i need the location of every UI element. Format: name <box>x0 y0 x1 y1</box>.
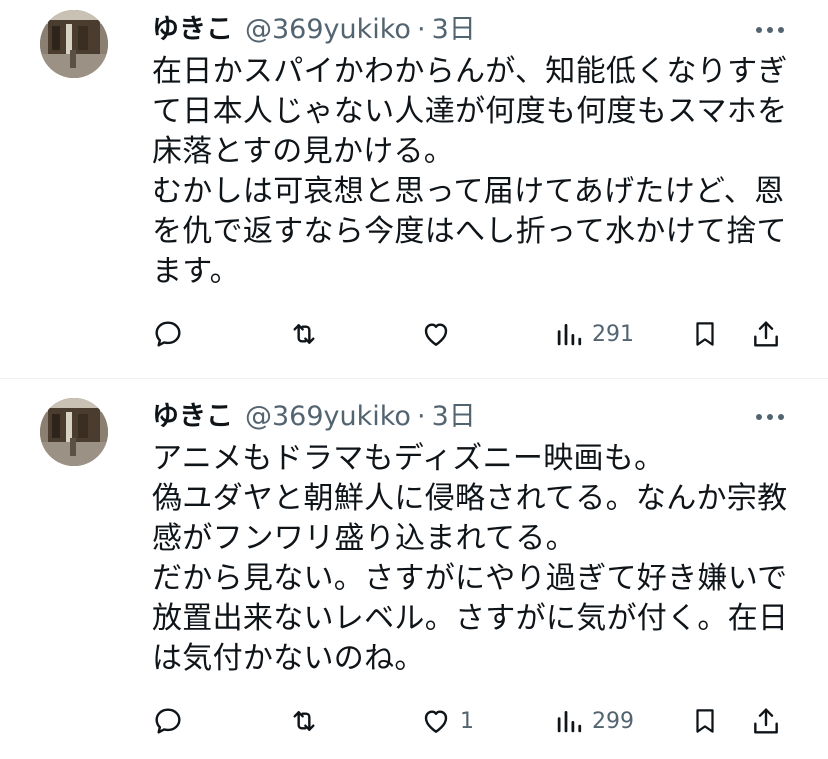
views-icon <box>557 711 582 733</box>
tweet-text: 在日かスパイかわからんが、知能低くなりすぎ て日本人じゃない人達が何度も何度もス… <box>152 54 788 289</box>
like-button[interactable]: 1 <box>420 703 474 739</box>
author-handle[interactable]: @369yukiko <box>245 399 411 435</box>
separator-dot: · <box>416 14 426 45</box>
timestamp[interactable]: 3日 <box>432 399 476 435</box>
author-name[interactable]: ゆきこ <box>152 12 233 48</box>
heart-icon <box>424 710 448 733</box>
separator-dot: · <box>416 401 426 432</box>
share-button[interactable] <box>750 703 782 739</box>
retweet-button[interactable] <box>288 703 320 739</box>
retweet-button[interactable] <box>288 316 320 352</box>
author-name[interactable]: ゆきこ <box>152 399 233 435</box>
bookmark-icon <box>696 322 714 346</box>
views-button[interactable]: 299 <box>554 703 634 739</box>
avatar[interactable] <box>40 10 108 78</box>
more-icon <box>756 27 784 33</box>
timestamp[interactable]: 3日 <box>432 12 476 48</box>
like-count: 1 <box>460 708 474 734</box>
share-icon <box>754 321 778 347</box>
timeline: ゆきこ @369yukiko · 3日 在日かスパイかわからんが、知能低くなりす… <box>0 0 828 759</box>
views-count: 291 <box>592 321 634 347</box>
share-icon <box>754 708 778 734</box>
more-options-button[interactable] <box>752 12 788 48</box>
tweet-actions: 291 <box>152 316 792 352</box>
more-options-button[interactable] <box>752 399 788 435</box>
views-button[interactable]: 291 <box>554 316 634 352</box>
reply-button[interactable] <box>152 316 184 352</box>
bookmark-button[interactable] <box>690 703 720 739</box>
avatar[interactable] <box>40 398 108 466</box>
views-icon <box>557 324 582 346</box>
reply-icon <box>155 321 181 347</box>
tweet-actions: 1 299 <box>152 703 792 739</box>
author-handle[interactable]: @369yukiko <box>245 12 411 48</box>
reply-button[interactable] <box>152 703 184 739</box>
bookmark-icon <box>696 709 714 733</box>
tweet[interactable]: ゆきこ @369yukiko · 3日 在日かスパイかわからんが、知能低くなりす… <box>0 0 828 378</box>
tweet-header: ゆきこ @369yukiko · 3日 <box>152 12 476 48</box>
retweet-icon <box>293 324 315 344</box>
tweet[interactable]: ゆきこ @369yukiko · 3日 アニメもドラマもディズニー映画も。 偽ユ… <box>0 379 828 759</box>
tweet-text: アニメもドラマもディズニー映画も。 偽ユダヤと朝鮮人に侵略されてる。なんか宗教 … <box>152 441 789 676</box>
share-button[interactable] <box>750 316 782 352</box>
heart-icon <box>424 323 448 346</box>
retweet-icon <box>293 711 315 731</box>
views-count: 299 <box>592 708 634 734</box>
more-icon <box>756 414 784 420</box>
bookmark-button[interactable] <box>690 316 720 352</box>
tweet-header: ゆきこ @369yukiko · 3日 <box>152 399 476 435</box>
reply-icon <box>155 708 181 734</box>
like-button[interactable] <box>420 316 460 352</box>
